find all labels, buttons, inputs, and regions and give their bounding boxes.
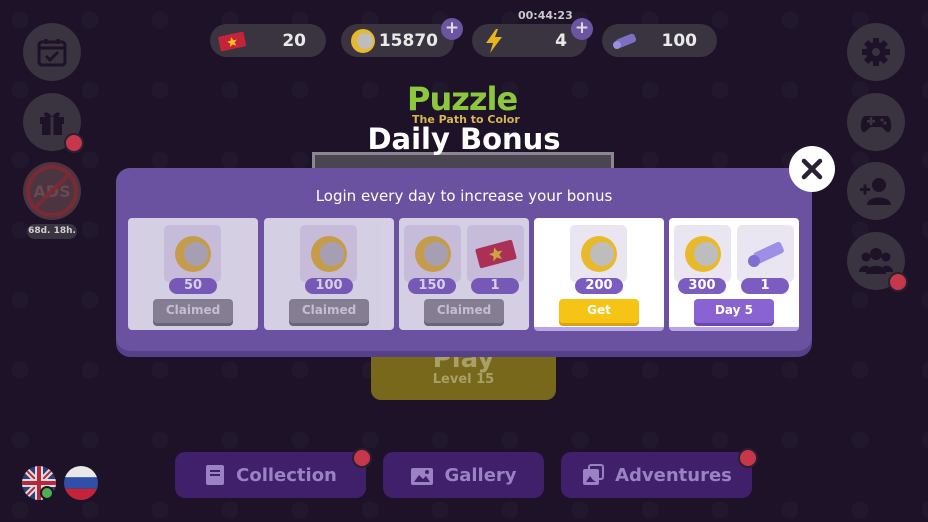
adventures-icon bbox=[583, 464, 605, 485]
daily-bonus-modal: Login every day to increase your bonus 5… bbox=[116, 168, 812, 351]
ru-flag-icon bbox=[64, 466, 98, 500]
settings-button[interactable] bbox=[847, 23, 905, 81]
energy-counter[interactable]: 4 bbox=[472, 24, 587, 57]
day-card-3: 150 1 Claimed bbox=[399, 218, 529, 330]
tubes-counter[interactable]: 100 bbox=[602, 24, 717, 57]
add-friend-icon bbox=[860, 178, 891, 205]
day-card-2: 100 Claimed bbox=[264, 218, 394, 330]
collection-label: Collection bbox=[236, 464, 337, 486]
coin-icon bbox=[580, 235, 617, 272]
remove-ads-button[interactable]: ADS bbox=[23, 162, 81, 220]
gallery-label: Gallery bbox=[444, 464, 517, 486]
coin-amount-badge: 100 bbox=[305, 278, 353, 294]
claimed-button: Claimed bbox=[153, 299, 233, 323]
reward-tile bbox=[467, 225, 524, 282]
coin-amount-badge: 200 bbox=[575, 278, 623, 294]
card-underline bbox=[534, 327, 664, 331]
gallery-icon bbox=[411, 468, 434, 485]
ticket-amount-badge: 1 bbox=[471, 278, 519, 294]
no-ads-icon: ADS bbox=[26, 165, 78, 217]
close-button[interactable] bbox=[789, 146, 835, 192]
adventures-button[interactable]: Adventures bbox=[561, 452, 752, 498]
day-card-4: 200 Get bbox=[534, 218, 664, 331]
modal-subtitle: Login every day to increase your bonus bbox=[315, 187, 613, 205]
coin-icon bbox=[684, 235, 721, 272]
calendar-icon bbox=[37, 39, 67, 67]
tube-amount-badge: 1 bbox=[741, 278, 789, 294]
claimed-button: Claimed bbox=[424, 299, 504, 323]
coin-amount-badge: 300 bbox=[678, 278, 726, 294]
reward-tile bbox=[404, 225, 461, 282]
calendar-button[interactable] bbox=[23, 23, 81, 81]
paint-tube-icon bbox=[613, 33, 637, 49]
selected-check-icon bbox=[40, 486, 54, 500]
ticket-icon bbox=[218, 31, 246, 52]
collection-notification-dot bbox=[352, 448, 372, 468]
coin-amount-badge: 150 bbox=[408, 278, 456, 294]
card-underline bbox=[669, 327, 799, 331]
coin-icon bbox=[174, 235, 211, 272]
ads-timer: 68d. 18h. bbox=[27, 224, 77, 239]
friends-notification-dot bbox=[888, 272, 908, 292]
gear-icon bbox=[862, 38, 890, 66]
tickets-value: 20 bbox=[282, 30, 306, 51]
coin-icon bbox=[351, 29, 375, 53]
modal-title: Daily Bonus bbox=[367, 122, 561, 156]
group-icon bbox=[859, 248, 893, 274]
energy-value: 4 bbox=[555, 30, 567, 51]
ticket-icon bbox=[475, 239, 516, 268]
reward-tile bbox=[300, 225, 357, 282]
paint-tube-icon bbox=[747, 241, 784, 267]
add-friend-button[interactable] bbox=[847, 162, 905, 220]
reward-tile bbox=[164, 225, 221, 282]
reward-tile bbox=[737, 225, 794, 282]
claimed-button: Claimed bbox=[289, 299, 369, 323]
day-5-button: Day 5 bbox=[694, 299, 774, 323]
gallery-button[interactable]: Gallery bbox=[383, 452, 544, 498]
close-icon bbox=[801, 158, 823, 180]
reward-tile bbox=[570, 225, 627, 282]
tubes-value: 100 bbox=[661, 30, 698, 51]
add-coins-button[interactable]: + bbox=[441, 18, 463, 40]
level-label: Level 15 bbox=[432, 372, 495, 387]
book-icon bbox=[206, 465, 225, 485]
lightning-icon bbox=[486, 29, 502, 53]
day-card-5: 300 1 Day 5 bbox=[669, 218, 799, 331]
energy-timer: 00:44:23 bbox=[518, 9, 573, 22]
adventures-label: Adventures bbox=[615, 464, 732, 486]
collection-button[interactable]: Collection bbox=[175, 452, 366, 498]
tickets-counter[interactable]: 20 bbox=[210, 24, 326, 57]
reward-tile bbox=[674, 225, 731, 282]
get-bonus-button[interactable]: Get bbox=[559, 299, 639, 323]
coin-amount-badge: 50 bbox=[169, 278, 217, 294]
day-card-1: 50 Claimed bbox=[128, 218, 258, 330]
add-energy-button[interactable]: + bbox=[571, 18, 593, 40]
coins-counter[interactable]: 15870 bbox=[341, 24, 454, 57]
coins-value: 15870 bbox=[378, 30, 438, 51]
coin-icon bbox=[414, 235, 451, 272]
flag-ru-button[interactable] bbox=[64, 466, 98, 500]
adventures-notification-dot bbox=[738, 448, 758, 468]
coin-icon bbox=[310, 235, 347, 272]
